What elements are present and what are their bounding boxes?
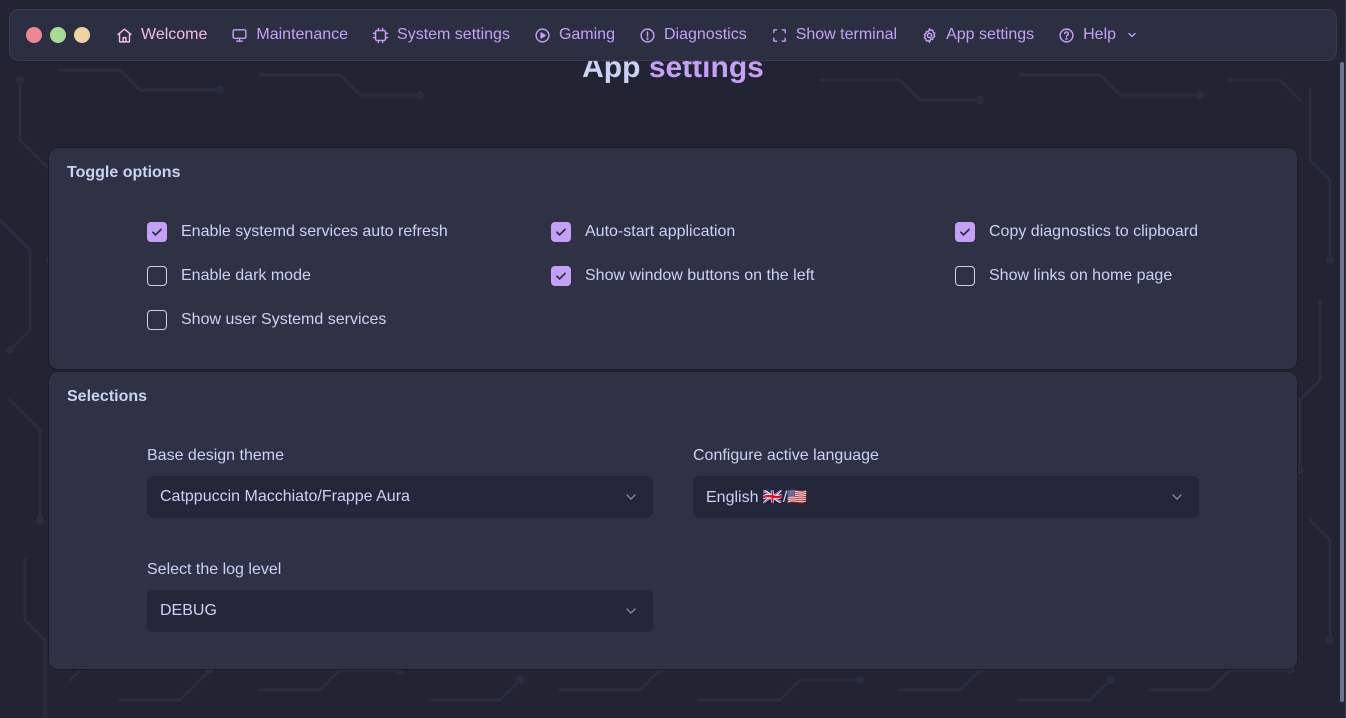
nav-item-help[interactable]: Help — [1046, 15, 1150, 55]
nav-item-show-terminal[interactable]: Show terminal — [759, 15, 909, 55]
language-select[interactable]: English 🇬🇧/🇺🇸 — [693, 476, 1199, 518]
log-level-select-value: DEBUG — [160, 602, 217, 619]
selections-title: Selections — [67, 388, 148, 405]
help-circle-icon — [1059, 27, 1074, 43]
checkbox-auto-start[interactable]: Auto-start application — [551, 222, 735, 242]
nav-item-label: Show terminal — [795, 26, 898, 43]
gear-icon — [923, 27, 936, 43]
toggle-options-card: Toggle options Enable systemd services a… — [48, 147, 1298, 370]
minimize-window-button[interactable] — [74, 27, 90, 43]
selections-card: Selections Base design theme Catppuccin … — [48, 371, 1298, 670]
app-window: Welcome Maintenance System settings Gami… — [0, 0, 1346, 718]
chevron-down-icon — [1172, 494, 1182, 500]
checkbox-window-buttons-left[interactable]: Show window buttons on the left — [551, 266, 814, 286]
log-level-select[interactable]: DEBUG — [147, 590, 653, 632]
checkbox-label: Enable systemd services auto refresh — [181, 223, 448, 240]
scan-icon — [772, 28, 786, 42]
nav-item-label: App settings — [946, 26, 1035, 43]
check-icon — [960, 228, 970, 236]
check-icon — [152, 228, 162, 236]
nav-item-label: Maintenance — [256, 26, 349, 43]
nav-item-system-settings[interactable]: System settings — [360, 15, 522, 55]
check-icon — [556, 272, 566, 280]
window-controls — [26, 27, 90, 43]
nav-item-label: System settings — [397, 26, 510, 43]
nav-item-maintenance[interactable]: Maintenance — [219, 15, 360, 55]
checkbox-user-systemd-services[interactable]: Show user Systemd services — [147, 310, 386, 330]
toggle-options-title: Toggle options — [67, 164, 181, 181]
cpu-icon — [372, 27, 389, 43]
theme-select-value: Catppuccin Macchiato/Frappe Aura — [160, 488, 410, 505]
checkbox-unchecked[interactable] — [147, 266, 167, 286]
nav-item-label: Gaming — [558, 26, 615, 43]
chevron-down-icon — [626, 494, 636, 500]
checkbox-label: Show window buttons on the left — [585, 267, 815, 284]
checkbox-copy-diagnostics[interactable]: Copy diagnostics to clipboard — [955, 222, 1198, 242]
theme-label: Base design theme — [147, 447, 284, 464]
checkbox-checked[interactable] — [551, 266, 571, 286]
chevron-down-icon — [626, 608, 636, 614]
checkbox-unchecked[interactable] — [955, 266, 975, 286]
checkbox-label: Copy diagnostics to clipboard — [989, 223, 1199, 240]
nav-item-gaming[interactable]: Gaming — [522, 15, 627, 55]
monitor-icon — [232, 28, 247, 42]
vertical-scrollbar[interactable] — [1340, 62, 1344, 702]
checkbox-checked[interactable] — [551, 222, 571, 242]
top-navigation-bar: Welcome Maintenance System settings Gami… — [9, 9, 1337, 61]
checkbox-home-links[interactable]: Show links on home page — [955, 266, 1172, 286]
checkbox-label: Show links on home page — [989, 267, 1173, 284]
language-select-value: English 🇬🇧/🇺🇸 — [706, 489, 808, 506]
checkbox-dark-mode[interactable]: Enable dark mode — [147, 266, 311, 286]
log-level-label: Select the log level — [147, 561, 282, 578]
checkbox-label: Auto-start application — [585, 223, 736, 240]
nav-item-label: Diagnostics — [663, 26, 747, 43]
checkbox-label: Enable dark mode — [181, 267, 311, 284]
play-circle-icon — [535, 27, 550, 43]
check-icon — [556, 228, 566, 236]
home-icon — [117, 27, 132, 43]
chevron-down-icon — [1128, 32, 1136, 38]
checkbox-checked[interactable] — [147, 222, 167, 242]
theme-select[interactable]: Catppuccin Macchiato/Frappe Aura — [147, 476, 653, 518]
info-circle-icon — [640, 27, 655, 43]
maximize-window-button[interactable] — [50, 27, 66, 43]
checkbox-unchecked[interactable] — [147, 310, 167, 330]
checkbox-systemd-auto-refresh[interactable]: Enable systemd services auto refresh — [147, 222, 448, 242]
nav-item-app-settings[interactable]: App settings — [909, 15, 1046, 55]
checkbox-checked[interactable] — [955, 222, 975, 242]
close-window-button[interactable] — [26, 27, 42, 43]
nav-item-welcome[interactable]: Welcome — [104, 15, 219, 55]
language-label: Configure active language — [693, 447, 879, 464]
nav-item-label: Help — [1083, 26, 1117, 43]
nav-item-diagnostics[interactable]: Diagnostics — [627, 15, 759, 55]
checkbox-label: Show user Systemd services — [181, 311, 387, 328]
nav-item-label: Welcome — [141, 26, 208, 43]
